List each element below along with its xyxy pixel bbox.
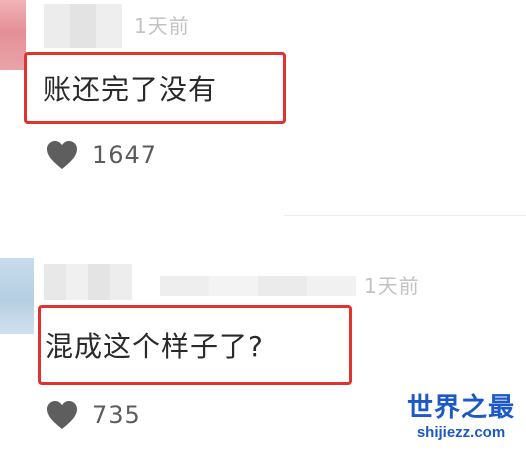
blurred-reply-info — [160, 276, 356, 296]
comment-highlight-box: 账还完了没有 — [24, 52, 286, 124]
comment-timestamp: 1天前 — [134, 14, 190, 38]
like-button[interactable]: 735 — [46, 400, 141, 430]
blurred-username — [44, 264, 132, 300]
site-watermark: 世界之最 shijiezz.com — [396, 393, 526, 443]
watermark-url: shijiezz.com — [416, 424, 506, 441]
like-count: 1647 — [92, 141, 158, 169]
user-avatar[interactable] — [0, 258, 34, 334]
heart-icon — [47, 401, 77, 429]
comment-text: 混成这个样子了? — [45, 330, 264, 363]
like-button[interactable]: 1647 — [46, 140, 157, 170]
watermark-title: 世界之最 — [406, 393, 515, 423]
like-count: 735 — [92, 401, 141, 429]
blurred-username — [44, 4, 122, 48]
user-avatar[interactable] — [0, 0, 26, 70]
heart-icon — [47, 141, 77, 169]
comment-divider — [284, 215, 526, 216]
comment-timestamp: 1天前 — [364, 274, 420, 298]
comment-text: 账还完了没有 — [43, 73, 218, 106]
comment-highlight-box: 混成这个样子了? — [38, 305, 352, 385]
